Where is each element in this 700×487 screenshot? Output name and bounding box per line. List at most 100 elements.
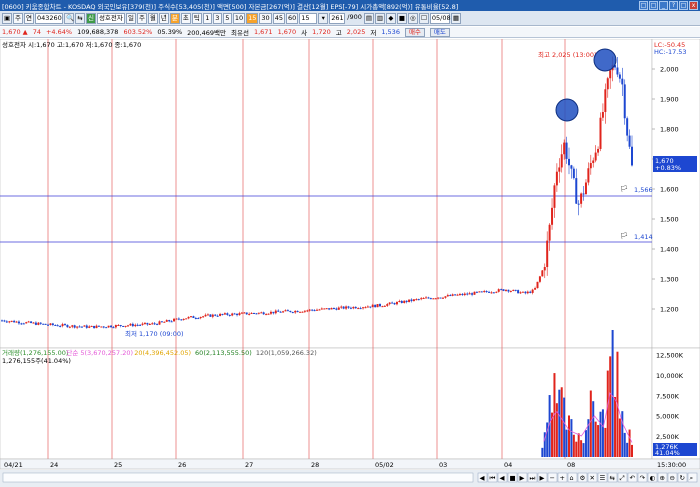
volume-bar bbox=[601, 409, 604, 457]
high-label: 고 bbox=[335, 29, 342, 37]
tool-icon-5[interactable]: ◎ bbox=[407, 12, 418, 24]
scroll-control-icon: ⏭ bbox=[530, 474, 536, 482]
candle-body bbox=[395, 301, 398, 305]
calendar-icon[interactable]: ▦ bbox=[450, 12, 461, 24]
chart-area[interactable]: 성호전자 시:1,670 고:1,670 저:1,670 종:1,670 LC:… bbox=[0, 39, 700, 487]
candle-body bbox=[301, 311, 304, 313]
candle-body bbox=[148, 323, 151, 325]
volume-bar bbox=[623, 432, 626, 457]
search-icon[interactable]: 🔍 bbox=[63, 12, 74, 24]
interval-1[interactable]: 1 bbox=[202, 12, 212, 24]
candle-body bbox=[502, 289, 505, 291]
candle-body bbox=[376, 304, 379, 308]
candle-body bbox=[211, 314, 214, 317]
interval-5[interactable]: 5 bbox=[222, 12, 232, 24]
candle-body bbox=[54, 324, 57, 326]
candle-body bbox=[485, 291, 488, 293]
candle-body bbox=[114, 325, 117, 328]
window-minimize-button[interactable]: _ bbox=[659, 1, 668, 10]
candle-body bbox=[468, 293, 471, 295]
period-day[interactable]: 일 bbox=[125, 12, 136, 24]
candle-body bbox=[282, 311, 285, 313]
candle-body bbox=[536, 281, 539, 289]
scroll-control-icon: ▶ bbox=[540, 474, 545, 482]
candle-body bbox=[521, 291, 524, 293]
candle-body bbox=[454, 294, 457, 296]
period-minute[interactable]: 분 bbox=[169, 12, 180, 24]
volume-bar bbox=[577, 433, 580, 457]
candle-body bbox=[359, 308, 362, 310]
volume-bar bbox=[560, 387, 563, 457]
window-tile-button[interactable]: □ bbox=[649, 1, 658, 10]
current-change-tag: +0.83% bbox=[655, 164, 681, 172]
interval-select[interactable]: 15 bbox=[299, 12, 318, 24]
count-input[interactable]: 261 bbox=[329, 12, 346, 24]
candle-body bbox=[170, 321, 173, 323]
price-tick-label: 2,000 bbox=[660, 66, 679, 74]
candle-body bbox=[357, 308, 360, 310]
candle-body bbox=[529, 291, 532, 293]
candle-body bbox=[410, 299, 413, 302]
tool-icon-1[interactable]: ▤ bbox=[363, 12, 374, 24]
interval-15[interactable]: 15 bbox=[246, 12, 259, 24]
period-month[interactable]: 월 bbox=[147, 12, 158, 24]
period-week[interactable]: 주 bbox=[136, 12, 147, 24]
arrows-icon[interactable]: ⇆ bbox=[74, 12, 85, 24]
candle-body bbox=[175, 318, 178, 320]
candle-body bbox=[51, 323, 54, 325]
candle-body bbox=[599, 117, 602, 149]
interval-45[interactable]: 45 bbox=[272, 12, 285, 24]
interval-10[interactable]: 10 bbox=[232, 12, 246, 24]
candle-body bbox=[39, 322, 42, 324]
candle-body bbox=[250, 312, 253, 314]
period-second[interactable]: 초 bbox=[180, 12, 191, 24]
volume-bar bbox=[604, 427, 607, 457]
candle-body bbox=[253, 312, 255, 314]
menu-icon[interactable]: ▣ bbox=[2, 12, 12, 24]
date-input[interactable]: 05/08 bbox=[429, 12, 451, 24]
stock-code-input[interactable]: 043260 bbox=[34, 12, 63, 24]
x-axis-label: 27 bbox=[245, 461, 253, 469]
window-restore-button[interactable]: □ bbox=[639, 1, 648, 10]
volume-bar bbox=[589, 390, 592, 457]
stock-name-field: 성호전자 bbox=[96, 12, 125, 24]
buy-button[interactable]: 매수 bbox=[404, 27, 425, 37]
volume-tick-label: 10,000K bbox=[656, 372, 684, 380]
candle-body bbox=[383, 305, 386, 307]
candle-body bbox=[80, 326, 83, 328]
chevron-down-icon[interactable]: ▾ bbox=[318, 12, 329, 24]
candle-body bbox=[604, 89, 607, 113]
window-maximize-button[interactable]: □ bbox=[679, 1, 688, 10]
tool-icon-2[interactable]: ▥ bbox=[374, 12, 385, 24]
volume-bar bbox=[621, 411, 624, 457]
candle-body bbox=[417, 299, 420, 301]
checkbox-icon[interactable]: ☐ bbox=[418, 12, 429, 24]
tool-icon-4[interactable]: ■ bbox=[396, 12, 407, 24]
candle-body bbox=[107, 325, 110, 328]
candle-body bbox=[257, 312, 260, 314]
interval-3[interactable]: 3 bbox=[212, 12, 222, 24]
period-year[interactable]: 년 bbox=[158, 12, 169, 24]
mode-select[interactable]: 연 bbox=[23, 12, 34, 24]
price-tick-label: 1,300 bbox=[660, 276, 679, 284]
tool-icon-3[interactable]: ◆ bbox=[385, 12, 396, 24]
window-close-button[interactable]: x bbox=[689, 1, 698, 10]
price-chart-svg[interactable]: 성호전자 시:1,670 고:1,670 저:1,670 종:1,670 LC:… bbox=[0, 39, 700, 487]
price-panel-header: 성호전자 시:1,670 고:1,670 저:1,670 종:1,670 bbox=[2, 40, 141, 49]
candle-body bbox=[277, 310, 280, 312]
min-price-label: 최저 1,170 (09:00) bbox=[125, 329, 184, 338]
volume-bar bbox=[582, 443, 585, 457]
sell-button[interactable]: 매도 bbox=[429, 27, 450, 37]
candle-body bbox=[197, 318, 200, 320]
candle-body bbox=[480, 291, 483, 293]
window-help-button[interactable]: ? bbox=[669, 1, 678, 10]
interval-60[interactable]: 60 bbox=[285, 12, 299, 24]
interval-30[interactable]: 30 bbox=[259, 12, 272, 24]
x-axis-label: 03 bbox=[439, 461, 447, 469]
candle-body bbox=[100, 326, 103, 328]
candle-body bbox=[347, 306, 350, 308]
period-tick[interactable]: 틱 bbox=[191, 12, 202, 24]
candle-body bbox=[379, 304, 381, 307]
market-type-select[interactable]: 주 bbox=[13, 12, 23, 24]
scroll-control-icon: + bbox=[560, 474, 565, 482]
